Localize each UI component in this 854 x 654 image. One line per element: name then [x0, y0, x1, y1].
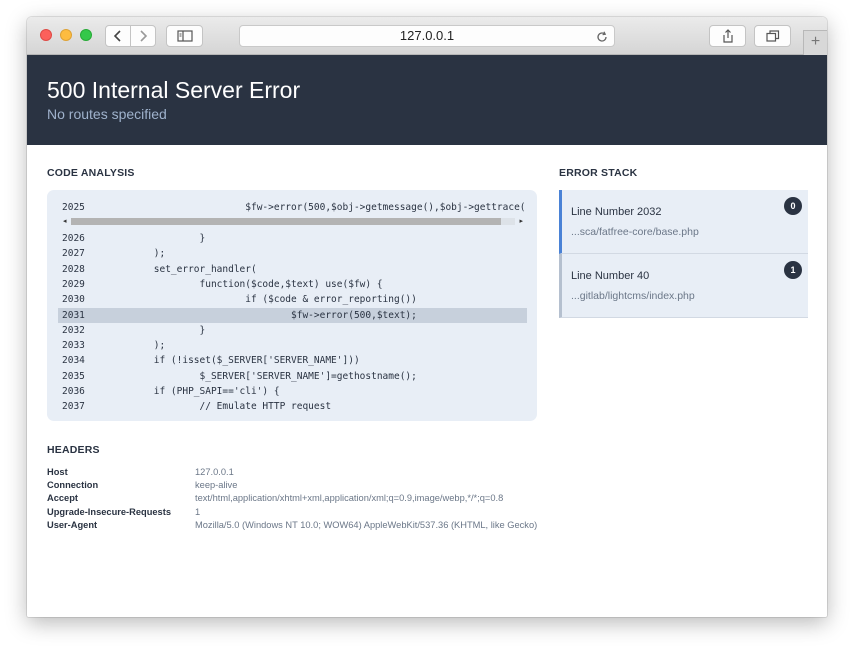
line-number: 2033 [62, 340, 85, 352]
error-stack-item[interactable]: Line Number 40 ...gitlab/lightcms/index.p… [559, 254, 808, 318]
code-text: $fw->error(500,$text); [108, 309, 417, 321]
code-text: $fw->error(500,$obj->getmessage(),$obj->… [108, 202, 527, 213]
code-text: ); [108, 248, 166, 260]
back-button[interactable] [105, 25, 131, 47]
header-value: keep-alive [195, 480, 238, 491]
page-content: 500 Internal Server Error No routes spec… [27, 55, 827, 617]
header-name: User-Agent [47, 519, 98, 530]
code-line: 2027 ); [58, 246, 527, 261]
header-name: Accept [47, 493, 79, 504]
line-number: 2035 [62, 370, 85, 382]
horizontal-scrollbar[interactable]: ◂ ▸ [63, 217, 523, 226]
zoom-window-button[interactable] [80, 29, 92, 41]
line-number: 2031 [62, 309, 85, 321]
share-icon [722, 29, 733, 43]
code-text: } [108, 233, 206, 244]
browser-toolbar: 127.0.0.1 + [27, 17, 827, 55]
minimize-window-button[interactable] [60, 29, 72, 41]
error-title: 500 Internal Server Error [47, 77, 301, 103]
stack-index-badge: 0 [784, 197, 802, 215]
line-number: 2037 [62, 401, 85, 413]
header-row: Host 127.0.0.1 [47, 466, 537, 479]
error-stack-heading: ERROR STACK [559, 167, 638, 179]
forward-button[interactable] [130, 25, 156, 47]
code-text: if ($code & error_reporting()) [108, 294, 417, 306]
scroll-left-icon[interactable]: ◂ [63, 217, 67, 226]
header-row: Accept text/html,application/xhtml+xml,ap… [47, 492, 537, 505]
address-bar[interactable]: 127.0.0.1 [239, 25, 615, 47]
code-line: 2037 // Emulate HTTP request [58, 399, 527, 414]
tabs-icon [765, 30, 779, 42]
header-value: text/html,application/xhtml+xml,applicat… [195, 493, 504, 504]
show-tabs-button[interactable] [754, 25, 791, 47]
headers-table: Host 127.0.0.1 Connection keep-alive Accept t… [47, 466, 537, 532]
code-line-highlighted: 2031 $fw->error(500,$text); [58, 307, 527, 323]
line-number: 2025 [62, 202, 85, 213]
stack-file-path: ...gitlab/lightcms/index.php [571, 290, 695, 302]
line-number: 2032 [62, 324, 85, 336]
code-line: 2036 if (PHP_SAPI=='cli') { [58, 384, 527, 399]
code-line: 2034 if (!isset($_SERVER['SERVER_NAME'])… [58, 353, 527, 368]
line-number: 2026 [62, 233, 85, 244]
chevron-left-icon [113, 30, 121, 42]
header-name: Connection [47, 480, 99, 491]
code-line: 2035 $_SERVER['SERVER_NAME']=gethostname… [58, 369, 527, 384]
error-message: No routes specified [47, 106, 167, 122]
stack-line-number: Line Number 2032 [571, 206, 662, 218]
line-number: 2027 [62, 248, 85, 260]
header-value: 127.0.0.1 [195, 467, 234, 477]
error-stack-item[interactable]: Line Number 2032 ...sca/fatfree-core/base… [559, 190, 808, 254]
header-row: Connection keep-alive [47, 479, 537, 492]
scroll-right-icon[interactable]: ▸ [519, 217, 523, 226]
reload-icon[interactable] [596, 26, 608, 46]
header-name: Host [47, 467, 68, 477]
code-text: // Emulate HTTP request [108, 401, 332, 413]
navigation-buttons [105, 25, 156, 47]
code-text: } [108, 324, 206, 336]
code-line: 2029 function($code,$text) use($fw) { [58, 277, 527, 292]
code-text: set_error_handler( [108, 263, 257, 275]
code-text: if (PHP_SAPI=='cli') { [108, 386, 280, 397]
header-value: 1 [195, 506, 201, 517]
header-row: User-Agent Mozilla/5.0 (Windows NT 10.0; … [47, 519, 537, 532]
line-number: 2029 [62, 278, 85, 290]
close-window-button[interactable] [40, 29, 52, 41]
error-stack-list: Line Number 2032 ...sca/fatfree-core/base… [559, 190, 808, 318]
plus-icon: + [810, 33, 821, 50]
code-line: 2030 if ($code & error_reporting()) [58, 292, 527, 307]
code-line: 2032 } [58, 323, 527, 338]
sidebar-icon [176, 30, 193, 42]
line-number: 2034 [62, 355, 85, 367]
error-banner: 500 Internal Server Error No routes spec… [27, 55, 827, 145]
code-text: $_SERVER['SERVER_NAME']=gethostname(); [108, 370, 417, 382]
url-text: 127.0.0.1 [399, 28, 455, 43]
line-number: 2028 [62, 263, 85, 275]
scrollbar-thumb[interactable] [71, 218, 501, 225]
line-number: 2030 [62, 294, 85, 306]
stack-line-number: Line Number 40 [571, 270, 650, 282]
code-line: 2026 } [58, 231, 527, 246]
header-row: Upgrade-Insecure-Requests 1 [47, 506, 537, 519]
code-analysis-heading: CODE ANALYSIS [47, 167, 135, 179]
code-analysis-panel: 2025 $fw->error(500,$obj->getmessage(),$… [47, 190, 537, 421]
code-line: 2033 ); [58, 338, 527, 353]
new-tab-button[interactable]: + [803, 30, 827, 55]
header-value: Mozilla/5.0 (Windows NT 10.0; WOW64) App… [195, 519, 537, 530]
share-button[interactable] [709, 25, 746, 47]
code-text: function($code,$text) use($fw) { [108, 278, 383, 290]
headers-heading: HEADERS [47, 444, 100, 456]
browser-window: 127.0.0.1 + 500 Internal Server Error No… [27, 17, 827, 617]
chevron-right-icon [140, 30, 148, 42]
line-number: 2036 [62, 386, 85, 397]
sidebar-button[interactable] [166, 25, 203, 47]
stack-index-badge: 1 [784, 261, 802, 279]
code-text: ); [108, 340, 166, 352]
header-name: Upgrade-Insecure-Requests [47, 506, 171, 517]
code-line: 2025 $fw->error(500,$obj->getmessage(),$… [58, 200, 527, 215]
code-line: 2028 set_error_handler( [58, 262, 527, 277]
stack-file-path: ...sca/fatfree-core/base.php [571, 226, 699, 238]
code-text: if (!isset($_SERVER['SERVER_NAME'])) [108, 355, 360, 367]
